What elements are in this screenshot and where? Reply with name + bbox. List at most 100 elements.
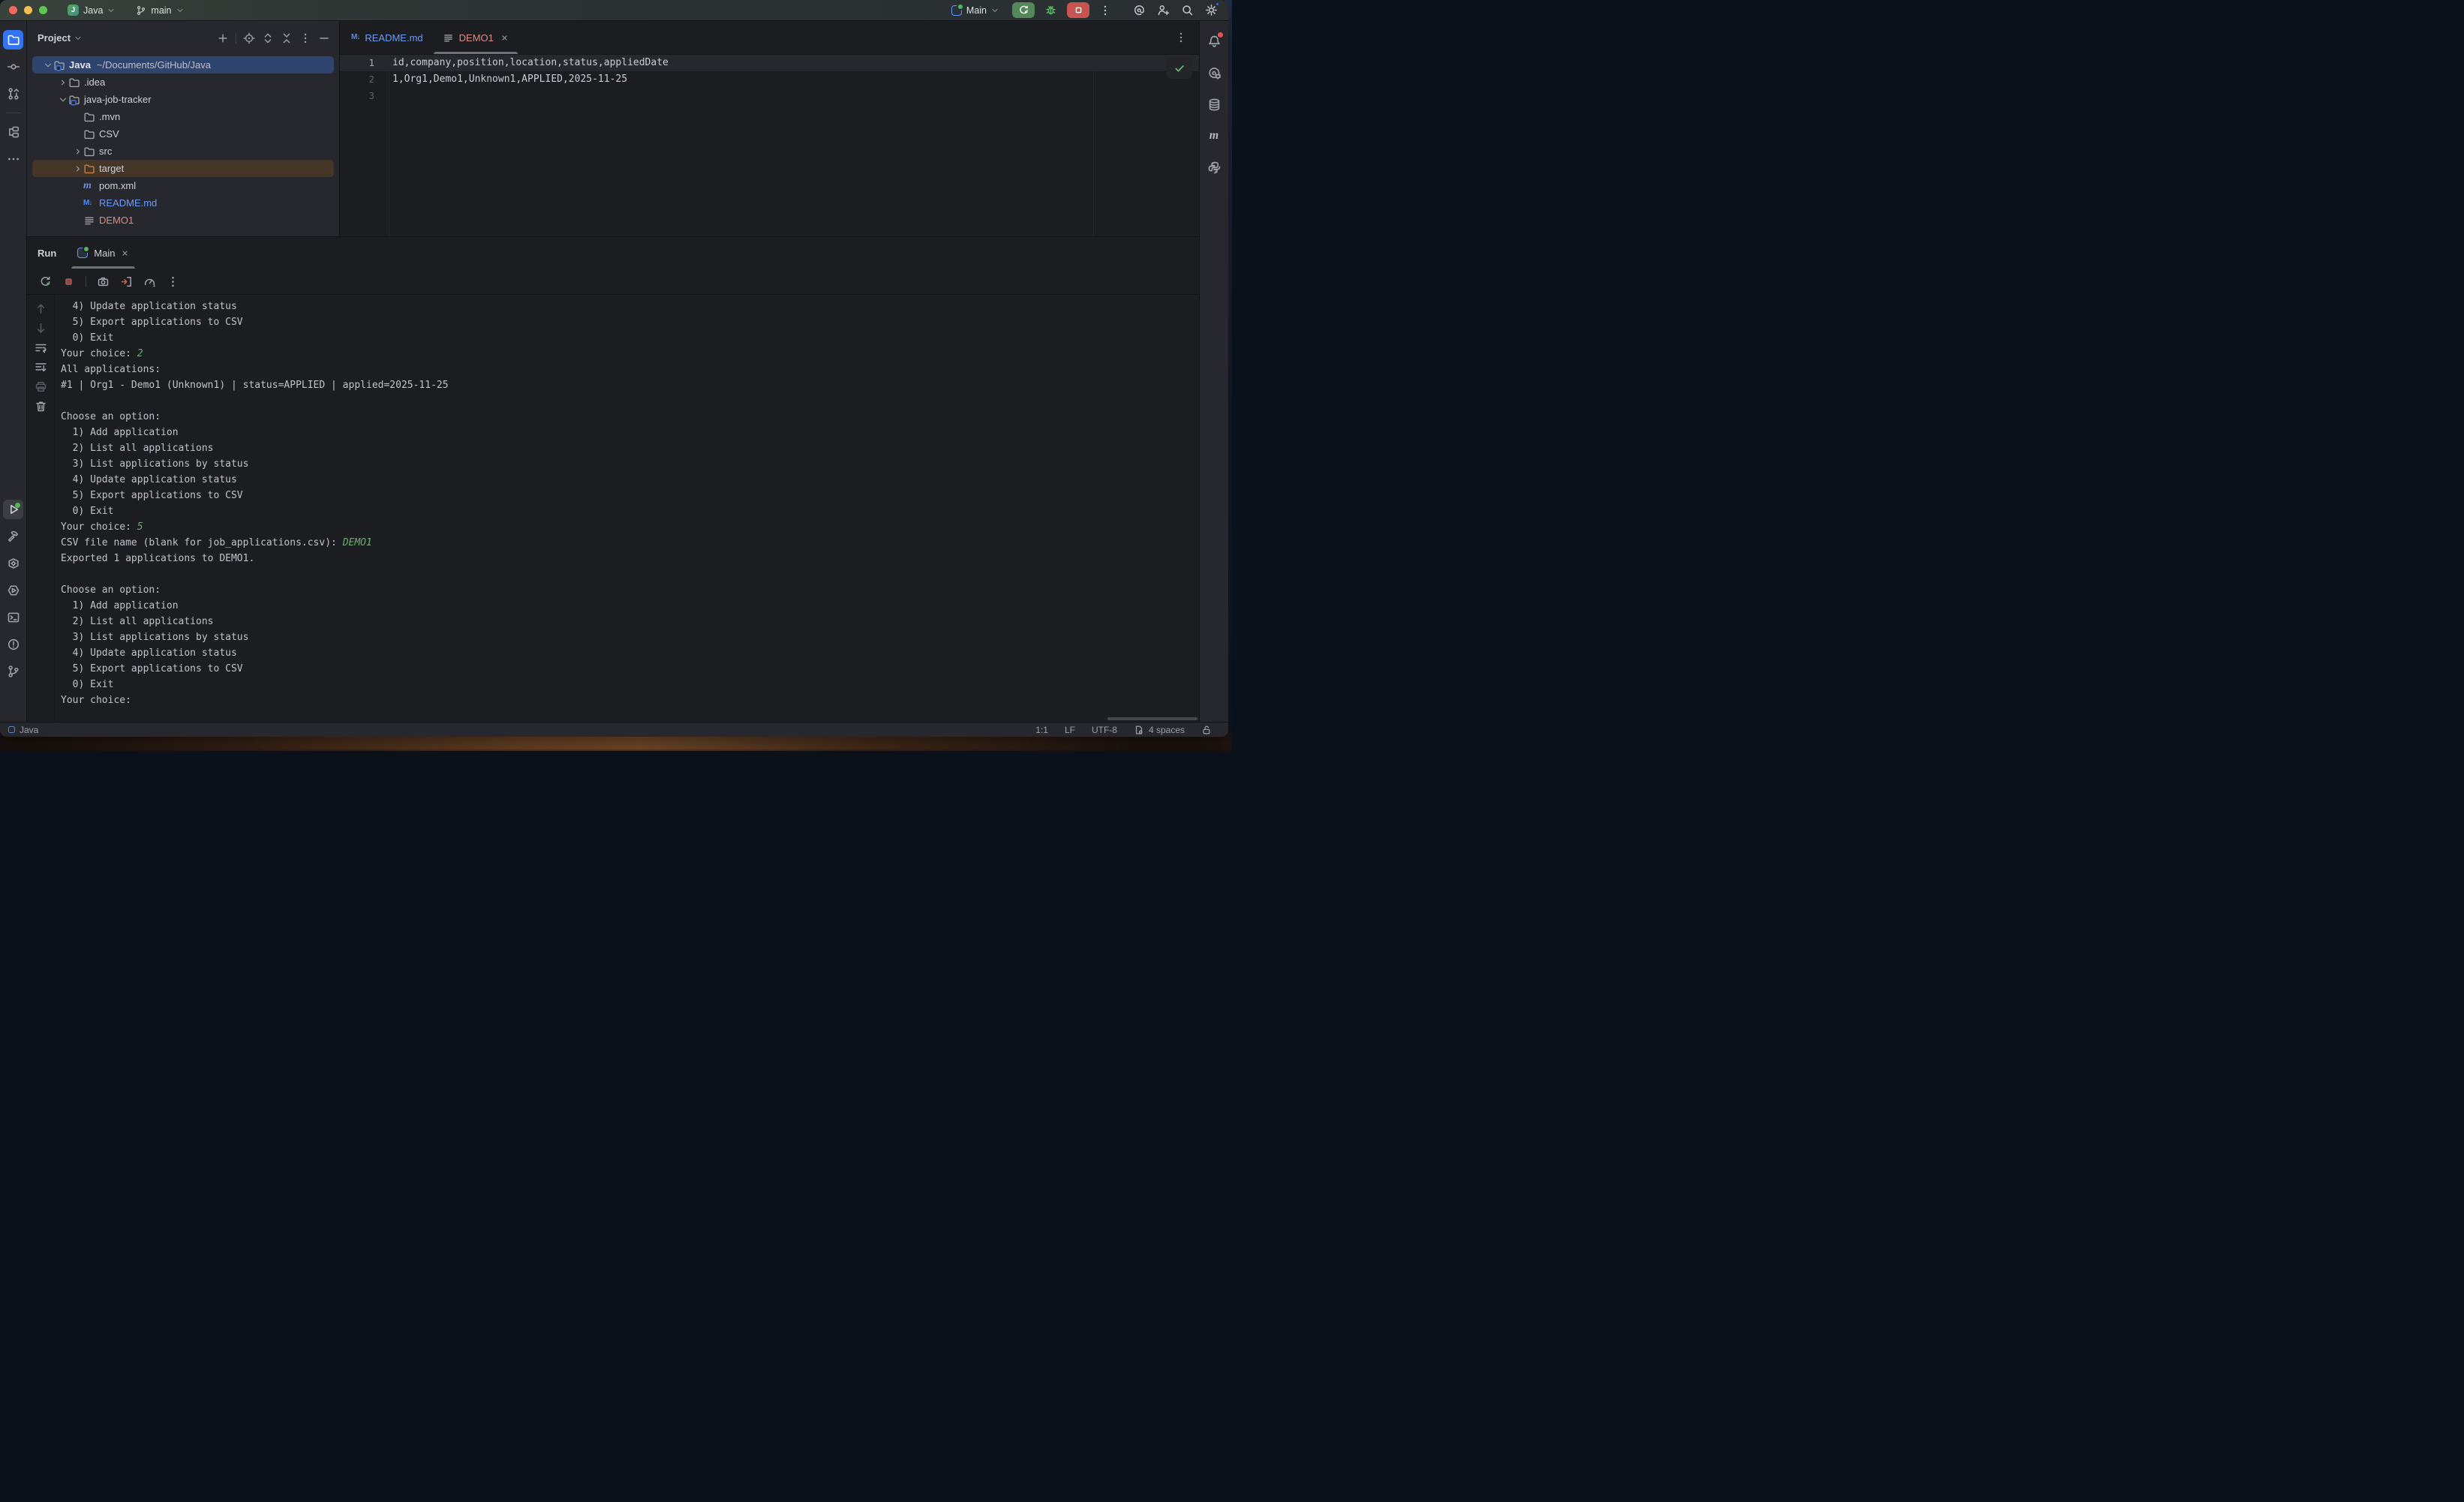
- ai-button[interactable]: [1133, 4, 1146, 17]
- project-panel-title-dropdown[interactable]: Project: [38, 32, 82, 44]
- more-v-button[interactable]: [299, 32, 311, 44]
- tool-window-button-services[interactable]: [3, 554, 23, 573]
- inspections-widget[interactable]: [1166, 57, 1192, 79]
- ch evron-down-icon: [176, 7, 184, 14]
- trash-button[interactable]: [35, 400, 47, 413]
- gauge-button[interactable]: [143, 275, 156, 288]
- indent-widget[interactable]: 4 spaces: [1134, 725, 1185, 735]
- printer-button[interactable]: [35, 380, 47, 393]
- tree-item-demo1[interactable]: DEMO1: [32, 212, 334, 229]
- code-text: 1,Org1,Demo1,Unknown1,APPLIED,2025-11-25: [387, 71, 627, 88]
- more-v-button[interactable]: [1099, 5, 1111, 17]
- minimize-window-button[interactable]: [24, 6, 32, 14]
- tool-window-button-commit[interactable]: [3, 57, 23, 77]
- console-output[interactable]: 4) Update application status 5) Export a…: [55, 295, 1199, 722]
- chevron-right-icon[interactable]: [57, 78, 68, 87]
- run-tab-main[interactable]: Main: [70, 237, 137, 269]
- rerun-console-button[interactable]: [39, 275, 52, 288]
- tree-item-label: pom.xml: [99, 180, 136, 191]
- python-icon: [1207, 161, 1221, 175]
- tool-window-button-build[interactable]: [3, 527, 23, 546]
- editor-tab-readme-md[interactable]: M↓README.md: [341, 21, 433, 54]
- add-user-button[interactable]: [1157, 4, 1170, 17]
- tool-window-button-run[interactable]: [3, 500, 23, 519]
- tool-window-button-project-folder[interactable]: [3, 30, 23, 50]
- console-line: 4) Update application status: [61, 645, 1199, 661]
- tree-item-csv[interactable]: CSV: [32, 125, 334, 143]
- collapse-all-button[interactable]: [281, 32, 293, 44]
- chevron-down-icon[interactable]: [42, 61, 53, 70]
- tool-window-button-pull-requests[interactable]: [3, 84, 23, 104]
- scroll-end-button[interactable]: [35, 361, 47, 374]
- project-widget[interactable]: J Java: [64, 2, 119, 18]
- tree-item-target[interactable]: target: [32, 160, 334, 177]
- soft-wrap-button[interactable]: [35, 341, 47, 354]
- tree-item-src[interactable]: src: [32, 143, 334, 160]
- arrow-up-button[interactable]: [35, 302, 47, 315]
- close-icon[interactable]: [500, 34, 509, 42]
- tree-item-java[interactable]: Java~/Documents/GitHub/Java: [32, 56, 334, 74]
- console-scrollbar[interactable]: [1107, 717, 1197, 720]
- debug-button[interactable]: [1044, 4, 1057, 17]
- zoom-window-button[interactable]: [39, 6, 47, 14]
- encoding-widget[interactable]: UTF-8: [1092, 725, 1117, 735]
- tool-window-button-ai-chat[interactable]: [1204, 63, 1224, 83]
- line-number[interactable]: 3: [340, 88, 387, 104]
- tool-window-button-version-control[interactable]: [3, 662, 23, 681]
- tool-window-button-structure[interactable]: [3, 122, 23, 142]
- arrow-down-button[interactable]: [35, 322, 47, 335]
- tree-item-java-job-tracker[interactable]: java-job-tracker: [32, 91, 334, 108]
- line-number[interactable]: 1: [340, 55, 387, 71]
- plus-button[interactable]: [217, 32, 229, 44]
- folder-icon: [83, 128, 95, 140]
- tree-item-readme-md[interactable]: M↓README.md: [32, 194, 334, 212]
- folder-module-icon: [53, 59, 65, 71]
- tool-window-button-python[interactable]: [1204, 158, 1224, 177]
- tool-window-button-problems[interactable]: [3, 635, 23, 654]
- editor-body[interactable]: 1id,company,position,location,status,app…: [340, 55, 1199, 236]
- run-configuration-widget[interactable]: Main: [948, 3, 1002, 18]
- chevron-right-icon[interactable]: [72, 147, 83, 156]
- editor-tab-demo1[interactable]: DEMO1: [433, 21, 518, 54]
- tool-window-button-maven[interactable]: m: [1204, 126, 1224, 146]
- run-config-app-icon: [951, 5, 962, 16]
- chevron-down-icon[interactable]: [57, 95, 68, 104]
- line-number[interactable]: 2: [340, 71, 387, 88]
- collapse-all-icon: [281, 32, 293, 44]
- search-button[interactable]: [1181, 4, 1194, 17]
- write-access-unlock-icon[interactable]: [1201, 725, 1212, 735]
- locate-button[interactable]: [243, 32, 255, 44]
- terminal-icon: [7, 611, 20, 624]
- tool-window-button-terminal[interactable]: [3, 608, 23, 627]
- vcs-branch-widget[interactable]: main: [132, 3, 187, 18]
- expand-all-button[interactable]: [262, 32, 274, 44]
- tool-window-button-notifications[interactable]: [1204, 32, 1224, 51]
- tool-window-button-database[interactable]: [1204, 95, 1224, 114]
- console-line: 0) Exit: [61, 677, 1199, 692]
- chevron-right-icon[interactable]: [72, 164, 83, 173]
- line-separator-widget[interactable]: LF: [1065, 725, 1075, 735]
- structure-icon: [7, 125, 20, 139]
- tool-window-button-profiler[interactable]: [3, 581, 23, 600]
- settings-button[interactable]: [1205, 4, 1218, 17]
- close-icon[interactable]: [121, 249, 129, 257]
- tree-item-pom-xml[interactable]: mpom.xml: [32, 177, 334, 194]
- rerun-button[interactable]: [1012, 2, 1035, 18]
- camera-button[interactable]: [97, 275, 110, 288]
- statusbar-module-widget[interactable]: Java: [8, 725, 38, 735]
- more-v-button[interactable]: [167, 275, 179, 288]
- tree-item-mvn[interactable]: .mvn: [32, 108, 334, 125]
- tool-window-button-more-h[interactable]: [3, 149, 23, 169]
- caret-position-widget[interactable]: 1:1: [1035, 725, 1048, 735]
- run-toolbar: [27, 269, 1199, 295]
- tree-item-idea[interactable]: .idea: [32, 74, 334, 91]
- exit-button[interactable]: [120, 275, 133, 288]
- tree-item-label: .idea: [84, 77, 105, 88]
- java-module-icon: [8, 726, 15, 733]
- close-window-button[interactable]: [9, 6, 17, 14]
- stop-button[interactable]: [1067, 2, 1089, 18]
- stop-dim-button[interactable]: [62, 275, 75, 288]
- editor-options-button[interactable]: [1175, 32, 1187, 44]
- branch-name: main: [151, 5, 171, 16]
- hide-button[interactable]: [318, 32, 330, 44]
